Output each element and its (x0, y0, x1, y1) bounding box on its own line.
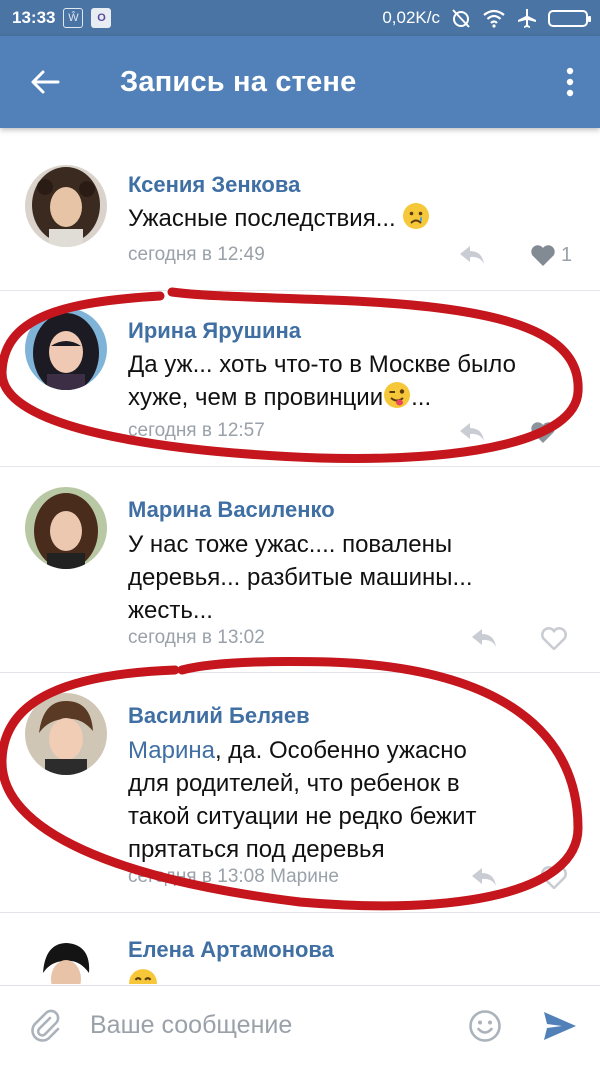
comment-item: Василий Беляев Марина, да. Особенно ужас… (0, 673, 600, 913)
avatar[interactable] (25, 933, 107, 984)
notification-app-icon: Ŵ (63, 8, 84, 28)
comment-time: сегодня в 13:08 Марине (128, 866, 339, 887)
message-composer (0, 985, 600, 1065)
comment-text-fragment: хуже, чем в провинции (128, 384, 384, 411)
comment-text-line: Марина, да. Особенно ужасно (128, 734, 568, 767)
avatar[interactable] (25, 487, 107, 569)
reply-icon[interactable] (458, 244, 486, 266)
comment-text-line: прятаться под деревья (128, 836, 385, 863)
send-icon (544, 1011, 576, 1040)
reply-icon[interactable] (470, 866, 498, 888)
smiley-icon (469, 1009, 501, 1042)
crying-face-icon (403, 203, 430, 229)
status-time: 13:33 (12, 8, 56, 27)
status-left: 13:33 Ŵ O (12, 8, 112, 28)
reply-icon[interactable] (458, 421, 486, 443)
comment-text-line: Ужасные последствия... (128, 205, 396, 232)
comment-author[interactable]: Ксения Зенкова (128, 172, 300, 198)
comment-text-fragment: ... (411, 384, 432, 411)
heart-icon[interactable] (530, 243, 556, 267)
more-vertical-icon (566, 67, 574, 97)
paperclip-icon (31, 1009, 60, 1042)
network-speed: 0,02K/c (382, 8, 440, 27)
heart-icon[interactable] (541, 626, 567, 650)
attach-button[interactable] (0, 986, 90, 1065)
notification-viber-icon: O (91, 8, 112, 28)
comment-item: Марина Василенко У нас тоже ужас.... пов… (0, 467, 600, 673)
alarm-off-icon (452, 9, 470, 28)
comment-item: Елена Артамонова (0, 913, 600, 984)
comment-text: Да уж... хоть что-то в Москве было хуже,… (128, 348, 568, 414)
send-button[interactable] (520, 986, 600, 1065)
comment-text-line: такой ситуации не редко бежит (128, 803, 477, 830)
airplane-icon (518, 9, 536, 28)
reply-icon[interactable] (470, 627, 498, 649)
message-input[interactable] (90, 995, 450, 1056)
comments-list: Ксения Зенкова Ужасные последствия... се… (0, 128, 600, 984)
battery-icon (548, 9, 591, 27)
avatar[interactable] (25, 693, 107, 775)
comment-text-line: для родителей, что ребенок в (128, 770, 460, 797)
app-bar: Запись на стене (0, 36, 600, 128)
comment-text: У нас тоже ужас.... повалены деревья... … (128, 528, 568, 627)
comment-time: сегодня в 12:49 (128, 244, 265, 265)
status-bar: 13:33 Ŵ O 0,02K/c (0, 0, 600, 36)
mention-link[interactable]: Марина (128, 737, 215, 764)
comment-author[interactable]: Елена Артамонова (128, 937, 334, 963)
comment-item: Ксения Зенкова Ужасные последствия... се… (0, 128, 600, 291)
comment-time: сегодня в 13:02 (128, 627, 265, 648)
comment-text-line: жесть... (128, 597, 213, 624)
winking-tongue-face-icon (384, 382, 411, 408)
wifi-icon (483, 9, 505, 28)
comment-text-line: деревья... разбитые машины... (128, 564, 473, 591)
comment-author[interactable]: Марина Василенко (128, 497, 335, 523)
comment-text-line: Да уж... хоть что-то в Москве было (128, 351, 516, 378)
heart-icon[interactable] (530, 420, 556, 444)
arrow-left-icon (31, 70, 60, 94)
comment-text-line: У нас тоже ужас.... повалены (128, 531, 453, 558)
comment-text-line: хуже, чем в провинции ... (128, 381, 568, 414)
comment-item: Ирина Ярушина Да уж... хоть что-то в Мос… (0, 291, 600, 467)
like-count: 1 (561, 244, 573, 266)
page-title: Запись на стене (120, 65, 357, 98)
comment-author[interactable]: Василий Беляев (128, 703, 310, 729)
status-right: 0,02K/c (382, 7, 591, 29)
back-button[interactable] (0, 36, 90, 128)
comment-text-fragment: , да. Особенно ужасно (214, 737, 467, 764)
heart-icon[interactable] (541, 865, 567, 889)
comment-author[interactable]: Ирина Ярушина (128, 318, 301, 344)
more-menu-button[interactable] (540, 36, 600, 128)
comment-text: Марина, да. Особенно ужасно для родителе… (128, 734, 568, 866)
avatar[interactable] (25, 165, 107, 247)
smiling-face-icon (129, 969, 157, 984)
avatar[interactable] (25, 308, 107, 390)
emoji-button[interactable] (450, 986, 520, 1065)
comment-time: сегодня в 12:57 (128, 420, 265, 441)
comment-text (128, 968, 568, 984)
comment-text: Ужасные последствия... (128, 202, 568, 235)
